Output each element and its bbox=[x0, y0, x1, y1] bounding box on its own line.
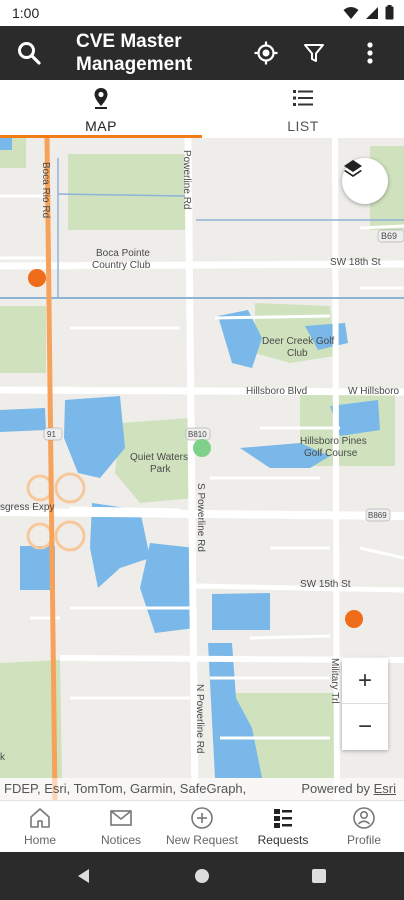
map-label: Golf Course bbox=[304, 448, 358, 459]
back-icon[interactable] bbox=[76, 868, 92, 884]
road-hillsboro bbox=[0, 386, 404, 396]
status-icons bbox=[343, 5, 394, 20]
nav-requests[interactable]: Requests bbox=[243, 801, 323, 853]
nav-profile[interactable]: Profile bbox=[324, 801, 404, 853]
search-icon bbox=[18, 42, 41, 65]
home-circle-icon[interactable] bbox=[194, 868, 210, 884]
locate-button[interactable] bbox=[249, 36, 283, 70]
map-label: sgress Expy bbox=[0, 502, 54, 513]
nav-new-request[interactable]: New Request bbox=[162, 801, 242, 853]
map-label: Hillsboro Blvd bbox=[246, 386, 307, 397]
app-bar: CVE Master Management bbox=[0, 26, 404, 80]
zoom-in-button[interactable]: + bbox=[342, 658, 388, 704]
tab-map[interactable]: MAP bbox=[0, 80, 202, 138]
map-label: Club bbox=[287, 348, 308, 359]
water-body bbox=[0, 138, 12, 150]
tab-list-label: LIST bbox=[287, 118, 319, 134]
map-label: 91 bbox=[47, 430, 56, 439]
map-view[interactable]: Boca Rio Rd Powerline Rd SW 18th St Boca… bbox=[0, 138, 404, 800]
map-label: B869 bbox=[368, 511, 387, 520]
map-marker-request[interactable] bbox=[345, 610, 363, 628]
map-label: Deer Creek Golf bbox=[262, 336, 334, 347]
map-marker-request[interactable] bbox=[193, 439, 211, 457]
filter-icon bbox=[304, 44, 324, 62]
more-options-button[interactable] bbox=[353, 36, 387, 70]
map-label: Boca Rio Rd bbox=[40, 162, 51, 218]
park-area bbox=[0, 306, 46, 373]
search-button[interactable] bbox=[12, 36, 46, 70]
water-body bbox=[0, 408, 46, 432]
signal-icon bbox=[366, 6, 378, 19]
map-label: Park bbox=[150, 464, 172, 475]
map-pin-icon bbox=[94, 88, 108, 109]
map-label: W Hillsboro bbox=[348, 386, 400, 397]
map-label: Powerline Rd bbox=[181, 150, 192, 209]
water-body bbox=[140, 543, 195, 633]
filter-button[interactable] bbox=[297, 36, 331, 70]
bottom-nav: Home Notices New Request Requests Profil… bbox=[0, 800, 404, 852]
view-tabs: MAP LIST bbox=[0, 80, 404, 138]
system-nav-bar bbox=[0, 852, 404, 900]
profile-icon bbox=[353, 807, 375, 829]
tab-list[interactable]: LIST bbox=[202, 80, 404, 138]
nav-profile-label: Profile bbox=[346, 833, 381, 847]
powered-by[interactable]: Powered by Esri bbox=[301, 781, 396, 796]
add-circle-icon bbox=[191, 807, 213, 829]
status-bar: 1:00 bbox=[0, 0, 404, 26]
battery-icon bbox=[385, 5, 394, 20]
wifi-icon bbox=[343, 6, 359, 19]
map-marker-request[interactable] bbox=[28, 269, 46, 287]
recents-icon[interactable] bbox=[312, 869, 326, 883]
esri-link[interactable]: Esri bbox=[374, 781, 396, 796]
powered-by-text: Powered by bbox=[301, 781, 370, 796]
status-time: 1:00 bbox=[12, 5, 40, 21]
map-label: Boca Pointe bbox=[96, 248, 150, 259]
tab-map-label: MAP bbox=[85, 118, 117, 134]
map-label: B69 bbox=[381, 231, 397, 241]
park-area bbox=[68, 154, 185, 230]
map-label: Country Club bbox=[92, 260, 151, 271]
map-label: N Powerline Rd bbox=[194, 684, 205, 753]
zoom-controls: + − bbox=[342, 658, 388, 750]
map-label: Military Trl bbox=[329, 658, 340, 704]
map-label: S Powerline Rd bbox=[195, 483, 206, 552]
home-icon bbox=[30, 808, 50, 828]
water-body bbox=[212, 593, 270, 630]
list-icon bbox=[293, 90, 313, 106]
requests-list-icon bbox=[274, 809, 292, 828]
more-vert-icon bbox=[367, 42, 373, 64]
map-label: Hillsboro Pines bbox=[300, 436, 367, 447]
zoom-out-button[interactable]: − bbox=[342, 704, 388, 750]
map-label: SW 18th St bbox=[330, 257, 381, 268]
map-label: SW 15th St bbox=[300, 579, 351, 590]
mail-icon bbox=[110, 810, 132, 826]
attribution-text: FDEP, Esri, TomTom, Garmin, SafeGraph, bbox=[4, 781, 247, 796]
app-title: CVE Master Management bbox=[76, 31, 193, 75]
map-attribution: FDEP, Esri, TomTom, Garmin, SafeGraph, P… bbox=[0, 778, 404, 800]
road-powerline bbox=[184, 138, 199, 800]
map-label: B810 bbox=[188, 430, 207, 439]
gps-locate-icon bbox=[254, 41, 278, 65]
layers-button[interactable] bbox=[342, 158, 388, 204]
nav-notices[interactable]: Notices bbox=[81, 801, 161, 853]
nav-home[interactable]: Home bbox=[0, 801, 80, 853]
map-label: Quiet Waters bbox=[130, 452, 188, 463]
layers-icon bbox=[344, 160, 362, 177]
